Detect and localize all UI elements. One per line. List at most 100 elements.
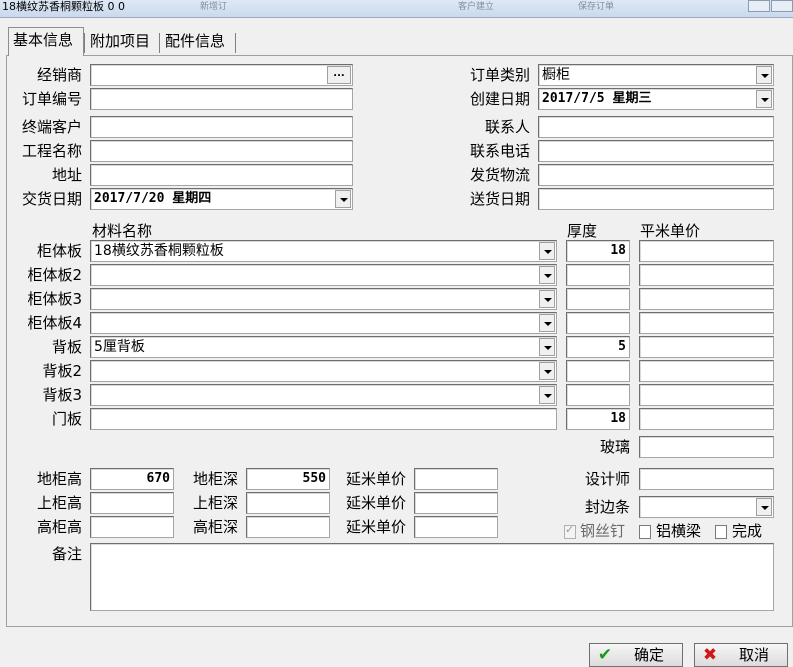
contact-field[interactable] xyxy=(538,116,774,138)
thickness-field[interactable] xyxy=(566,312,630,334)
material-name-select[interactable]: 5厘背板 xyxy=(90,336,557,358)
cancel-button[interactable]: ✖ 取消 xyxy=(694,643,788,667)
material-row-label: 柜体板2 xyxy=(27,266,82,284)
thickness-value: 18 xyxy=(610,243,626,258)
material-dropdown-button[interactable] xyxy=(539,338,555,356)
material-dropdown-button[interactable] xyxy=(539,314,555,332)
thickness-field[interactable] xyxy=(566,264,630,286)
thickness-field[interactable] xyxy=(566,384,630,406)
ok-button[interactable]: ✔ 确定 xyxy=(589,643,683,667)
unit-price-field[interactable] xyxy=(639,240,774,262)
created-date-value: 2017/7/5 星期三 xyxy=(542,91,652,106)
delivery-date-dropdown-button[interactable] xyxy=(335,190,351,208)
material-dropdown-button[interactable] xyxy=(539,242,555,260)
designer-label: 设计师 xyxy=(584,470,630,488)
material-dropdown-button[interactable] xyxy=(539,386,555,404)
created-date-picker[interactable]: 2017/7/5 星期三 xyxy=(538,88,774,110)
tab-basic-info[interactable]: 基本信息 xyxy=(8,27,84,56)
unit-price-field[interactable] xyxy=(639,312,774,334)
cabinet-depth-label: 上柜深 xyxy=(192,494,238,512)
dealer-field[interactable]: ... xyxy=(90,64,353,86)
edge-band-select[interactable] xyxy=(639,496,774,518)
created-date-dropdown-button[interactable] xyxy=(756,90,772,108)
project-field[interactable] xyxy=(90,140,353,162)
order-type-select[interactable]: 橱柜 xyxy=(538,64,774,86)
glass-label: 玻璃 xyxy=(599,438,630,456)
cabinet-depth-field[interactable] xyxy=(246,516,330,538)
glass-field[interactable] xyxy=(639,436,774,458)
material-name-select[interactable] xyxy=(90,312,557,334)
linear-price-field[interactable] xyxy=(414,516,498,538)
dealer-browse-button[interactable]: ... xyxy=(327,66,351,84)
unit-price-field[interactable] xyxy=(639,360,774,382)
material-row-label: 背板2 xyxy=(42,362,82,380)
unit-price-header: 平米单价 xyxy=(640,222,701,240)
ship-date-label: 送货日期 xyxy=(469,190,530,208)
phone-label: 联系电话 xyxy=(469,142,530,160)
edge-band-dropdown-button[interactable] xyxy=(756,498,772,516)
linear-price-label: 延米单价 xyxy=(345,470,406,488)
unit-price-field[interactable] xyxy=(639,288,774,310)
end-customer-field[interactable] xyxy=(90,116,353,138)
thickness-field[interactable]: 18 xyxy=(566,240,630,262)
contact-label: 联系人 xyxy=(484,118,530,136)
close-window-button[interactable] xyxy=(771,0,793,12)
material-dropdown-button[interactable] xyxy=(539,266,555,284)
tab-separator xyxy=(84,33,85,53)
toolbar-ghost-item-3: 保存订单 xyxy=(578,2,615,12)
material-dropdown-button[interactable] xyxy=(539,362,555,380)
thickness-value: 5 xyxy=(618,339,626,354)
phone-field[interactable] xyxy=(538,140,774,162)
delivery-date-picker[interactable]: 2017/7/20 星期四 xyxy=(90,188,353,210)
door-panel-field[interactable] xyxy=(90,408,557,430)
window-title: 18横纹苏香桐颗粒板 0 0 xyxy=(2,0,125,13)
thickness-field[interactable]: 18 xyxy=(566,408,630,430)
logistics-field[interactable] xyxy=(538,164,774,186)
material-row-label: 门板 xyxy=(51,410,82,428)
unit-price-field[interactable] xyxy=(639,336,774,358)
linear-price-field[interactable] xyxy=(414,468,498,490)
steel-nail-checkbox[interactable] xyxy=(564,523,576,539)
thickness-field[interactable] xyxy=(566,360,630,382)
cross-icon: ✖ xyxy=(702,645,718,665)
remarks-textarea[interactable] xyxy=(90,543,774,611)
cabinet-depth-field[interactable] xyxy=(246,492,330,514)
cabinet-height-label: 地柜高 xyxy=(36,470,82,488)
aluminum-beam-checkbox[interactable] xyxy=(639,525,651,539)
minimize-button[interactable] xyxy=(748,0,770,12)
order-type-dropdown-button[interactable] xyxy=(756,66,772,84)
cabinet-depth-label: 地柜深 xyxy=(192,470,238,488)
cabinet-height-field[interactable]: 670 xyxy=(90,468,174,490)
tab-extra-items[interactable]: 附加项目 xyxy=(86,29,158,55)
thickness-field[interactable] xyxy=(566,288,630,310)
linear-price-label: 延米单价 xyxy=(345,494,406,512)
delivery-date-label: 交货日期 xyxy=(21,190,82,208)
material-name-select[interactable] xyxy=(90,384,557,406)
ship-date-field[interactable] xyxy=(538,188,774,210)
unit-price-field[interactable] xyxy=(639,408,774,430)
order-no-field[interactable] xyxy=(90,88,353,110)
material-name-select[interactable] xyxy=(90,288,557,310)
tab-accessories[interactable]: 配件信息 xyxy=(161,29,235,55)
cabinet-height-label: 上柜高 xyxy=(36,494,82,512)
unit-price-field[interactable] xyxy=(639,264,774,286)
thickness-field[interactable]: 5 xyxy=(566,336,630,358)
cabinet-depth-field[interactable]: 550 xyxy=(246,468,330,490)
designer-field[interactable] xyxy=(639,468,774,490)
address-field[interactable] xyxy=(90,164,353,186)
project-label: 工程名称 xyxy=(21,142,82,160)
material-name-select[interactable] xyxy=(90,264,557,286)
material-row-label: 柜体板4 xyxy=(27,314,82,332)
cabinet-height-field[interactable] xyxy=(90,516,174,538)
linear-price-field[interactable] xyxy=(414,492,498,514)
cabinet-height-field[interactable] xyxy=(90,492,174,514)
material-name-select[interactable]: 18横纹苏香桐颗粒板 xyxy=(90,240,557,262)
material-dropdown-button[interactable] xyxy=(539,290,555,308)
tab-separator xyxy=(159,33,160,53)
cancel-button-label: 取消 xyxy=(738,646,769,664)
material-row-label: 背板3 xyxy=(42,386,82,404)
delivery-date-value: 2017/7/20 星期四 xyxy=(94,191,212,206)
unit-price-field[interactable] xyxy=(639,384,774,406)
material-name-select[interactable] xyxy=(90,360,557,382)
completed-checkbox[interactable] xyxy=(715,525,727,539)
